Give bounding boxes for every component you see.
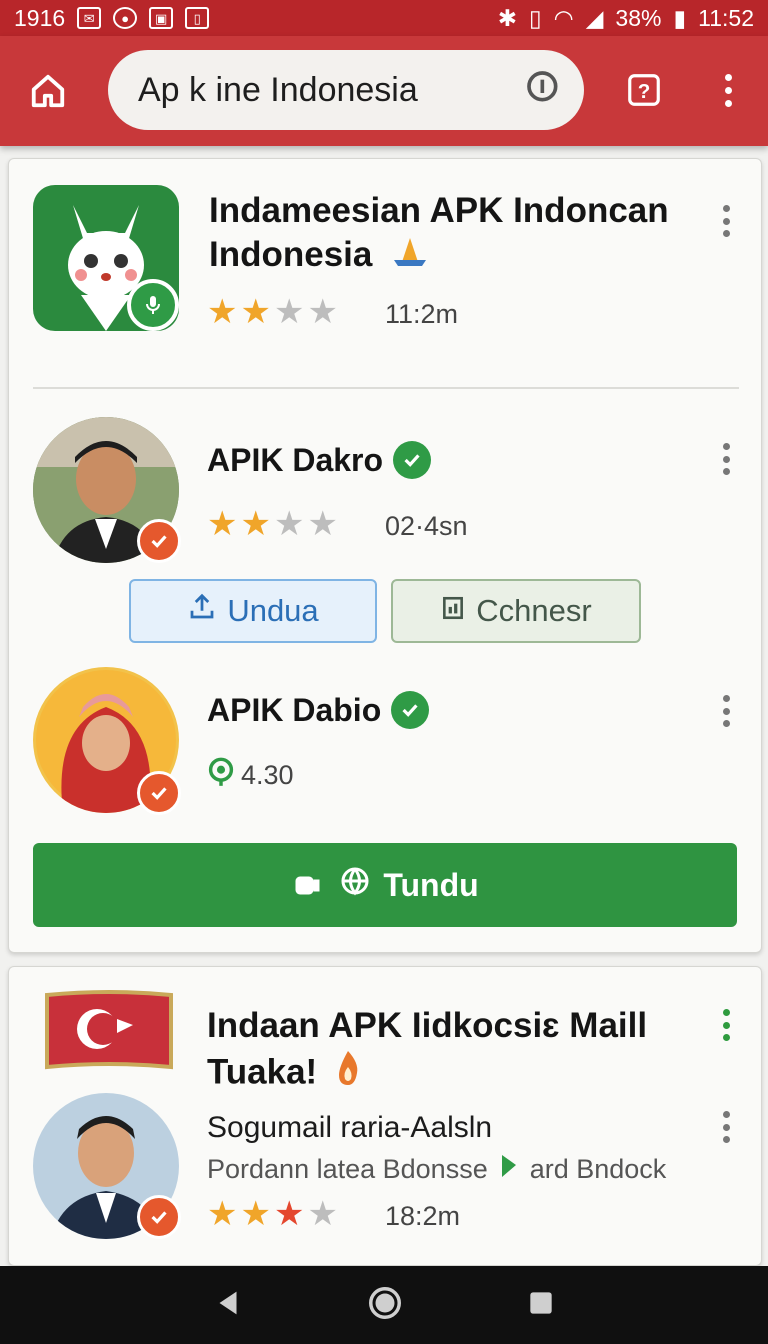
help-icon[interactable]: ? <box>616 62 672 118</box>
verified-badge-icon <box>137 519 181 563</box>
primary-download-button[interactable]: Tundu <box>33 843 737 927</box>
app-title-line2: Indonesia <box>209 235 373 274</box>
app-size: 11:2m <box>385 299 459 329</box>
item-name-dabio[interactable]: APIK Dabio <box>207 691 430 729</box>
card-two-rating-stars: ★ ★ ★ ★ <box>207 1195 338 1233</box>
card-divider <box>33 387 739 389</box>
item-menu-icon[interactable] <box>716 439 736 479</box>
system-nav-bar <box>0 1266 768 1344</box>
card-two-title-line2: Tuaka! <box>207 1052 318 1092</box>
card-two-menu-icon[interactable] <box>716 1005 736 1045</box>
item-score: 4.30 <box>207 757 294 794</box>
app-card-secondary: Indaan APK Iidkocsiɛ Maill Tuaka! Soguma… <box>8 966 762 1266</box>
battery-percent: 38% <box>615 4 662 31</box>
status-bar: 1916 ✉ ● ▣ ▯ ✱ ▯ ◠ ◢ 38% ▮ 11:52 <box>0 0 768 36</box>
battery-icon: ▮ <box>673 4 687 31</box>
recents-icon[interactable] <box>525 1287 557 1324</box>
download-button[interactable]: Undua <box>129 579 377 643</box>
signal-icon: ◢ <box>585 4 604 31</box>
wifi-icon: ◠ <box>553 4 574 31</box>
change-button[interactable]: Cchnesr <box>391 579 641 643</box>
overflow-menu-icon[interactable] <box>708 62 748 118</box>
notification-image-icon: ▣ <box>149 7 174 29</box>
thumb-icon <box>291 863 327 907</box>
ship-icon <box>390 235 430 279</box>
status-left-text: 1916 <box>14 4 66 31</box>
home-nav-icon[interactable] <box>366 1284 404 1327</box>
verified-badge-icon <box>137 1195 181 1239</box>
verified-check-icon <box>393 441 432 479</box>
notification-circle-icon: ● <box>113 7 138 29</box>
user-subtitle: Pordann latea Bdonsse ard Bndock <box>207 1153 667 1186</box>
vibrate-icon: ▯ <box>528 4 542 31</box>
search-bar[interactable]: Ap k ine Indonesia <box>108 50 584 130</box>
app-bar: Ap k ine Indonesia ? <box>0 36 768 146</box>
clock: 11:52 <box>698 4 754 31</box>
search-input[interactable]: Ap k ine Indonesia <box>138 71 524 110</box>
flag-icon[interactable] <box>43 989 175 1073</box>
location-pin-icon <box>207 757 235 794</box>
card-two-meta: 18:2m <box>385 1201 461 1231</box>
item-name-dakro[interactable]: APIK Dakro <box>207 441 432 479</box>
app-card-menu-icon[interactable] <box>716 201 736 241</box>
item-meta-dakro: 02·4sn <box>385 511 468 541</box>
card-two-title[interactable]: Indaan APK Iidkocsiɛ Maill Tuaka! <box>207 1003 707 1099</box>
notification-clipboard-icon: ▯ <box>185 7 210 29</box>
item-rating-stars: ★ ★ ★ ★ <box>207 505 338 543</box>
app-title[interactable]: Indameesian APK Indoncan Indonesia <box>209 189 689 279</box>
document-icon <box>440 593 466 629</box>
home-icon[interactable] <box>18 61 78 121</box>
app-card-primary: Indameesian APK Indoncan Indonesia ★ ★ ★ ★ … <box>8 158 762 953</box>
verified-check-icon <box>391 691 430 729</box>
mic-badge-icon <box>127 279 179 331</box>
upload-icon <box>187 592 217 630</box>
back-icon[interactable] <box>211 1286 245 1325</box>
app-icon[interactable] <box>33 185 179 331</box>
user-menu-icon[interactable] <box>716 1107 736 1147</box>
flame-icon <box>333 1049 363 1099</box>
user-name[interactable]: Sogumail raria-Aalsln <box>207 1111 492 1145</box>
bluetooth-icon: ✱ <box>497 4 517 31</box>
app-rating-stars: ★ ★ ★ ★ <box>207 293 338 331</box>
leaf-icon <box>498 1153 520 1186</box>
globe-icon <box>337 863 373 907</box>
item-menu-icon[interactable] <box>716 691 736 731</box>
svg-text:?: ? <box>638 80 651 103</box>
app-title-line1: Indameesian APK Indoncan <box>209 191 669 230</box>
search-icon[interactable] <box>524 68 564 113</box>
card-two-title-line1: Indaan APK Iidkocsiɛ Maill <box>207 1006 648 1045</box>
notification-mail-icon: ✉ <box>77 7 102 29</box>
verified-badge-icon <box>137 771 181 815</box>
